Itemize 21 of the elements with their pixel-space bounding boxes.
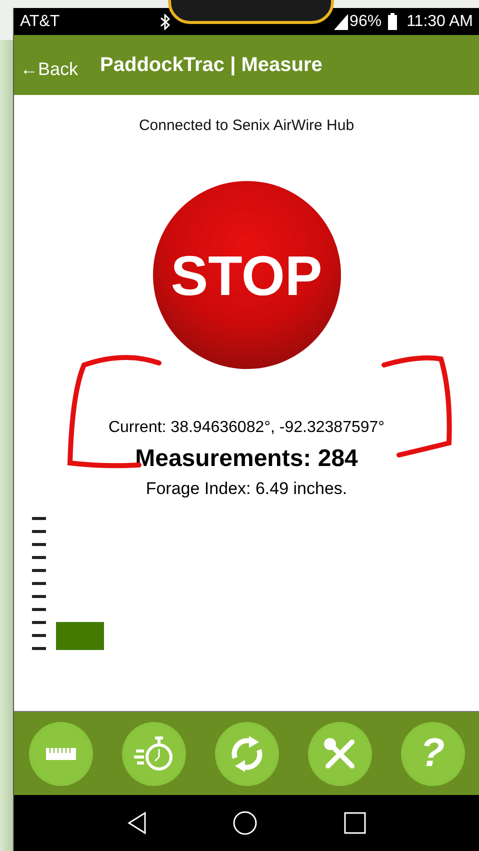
connection-status: Connected to Senix AirWire Hub bbox=[138, 117, 354, 134]
signal-icon bbox=[334, 14, 348, 30]
ruler-icon bbox=[46, 748, 76, 760]
forage-index: Forage Index: 6.49 inches. bbox=[146, 479, 348, 499]
battery-percent: 96% bbox=[350, 12, 382, 30]
home-nav-icon[interactable] bbox=[233, 811, 258, 835]
current-coordinates: Current: 38.94636082°, -92.32387597° bbox=[108, 419, 385, 437]
back-link[interactable]: ←Back bbox=[20, 58, 78, 80]
bluetooth-icon bbox=[160, 14, 170, 30]
stopwatch-icon bbox=[134, 734, 174, 772]
measurement-count: Measurements: 284 bbox=[135, 445, 358, 473]
battery-icon bbox=[388, 13, 397, 30]
clock-time: 11:30 AM bbox=[406, 12, 473, 30]
tools-icon bbox=[322, 736, 358, 772]
stop-button[interactable]: STOP bbox=[152, 181, 340, 369]
back-nav-icon[interactable] bbox=[127, 811, 148, 835]
recents-nav-icon[interactable] bbox=[344, 812, 366, 834]
help-button[interactable]: ? bbox=[400, 722, 464, 786]
gauge-bar bbox=[56, 622, 104, 650]
carrier-name: AT&T bbox=[20, 12, 60, 30]
screen-title: PaddockTrac | Measure bbox=[100, 54, 322, 76]
